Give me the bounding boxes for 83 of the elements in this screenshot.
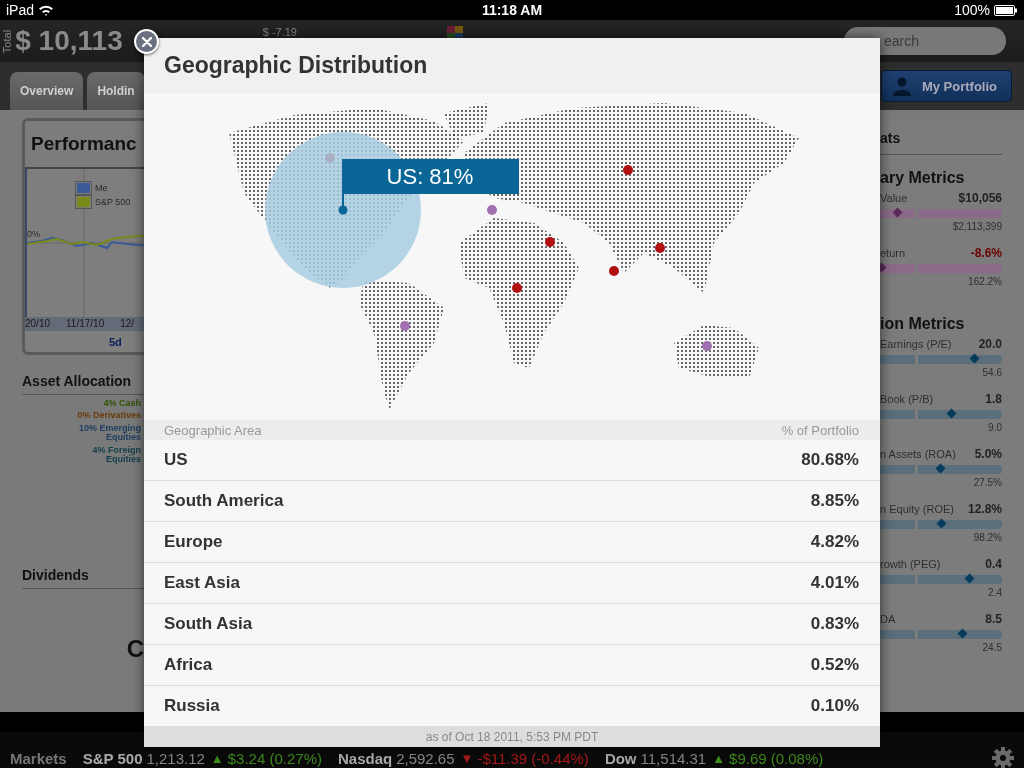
- allocation-label: 4% Foreign Equities: [91, 445, 141, 465]
- callout-label: US: 81%: [338, 159, 519, 215]
- share-value: 0.10%: [810, 696, 859, 716]
- person-icon: [891, 76, 912, 96]
- axis-label: 12/: [120, 318, 135, 330]
- heading-text: C: [126, 635, 144, 663]
- tab[interactable]: Overview: [10, 72, 84, 110]
- share-value: 4.01%: [810, 573, 859, 593]
- group-title: ary Metrics: [880, 169, 966, 187]
- axis-label: 11/17/10: [66, 318, 105, 330]
- index-name: Nasdaq: [337, 749, 393, 767]
- dialog-title: Geographic Distribution: [164, 52, 428, 79]
- metric-label: rowth (PEG): [880, 558, 941, 570]
- metric-label: eturn: [880, 247, 906, 259]
- battery-percent: 100%: [954, 2, 990, 18]
- metric-label: Book (P/B): [880, 393, 934, 405]
- metric-max: 162.2%: [968, 276, 1002, 287]
- metric-value: 5.0%: [974, 447, 1002, 461]
- total-label: Total: [2, 29, 14, 53]
- trend-arrow: ▲: [712, 750, 726, 766]
- metric-label: DA: [880, 613, 896, 625]
- area-name: South Asia: [164, 614, 253, 634]
- tab[interactable]: Holdin: [87, 72, 145, 110]
- close-icon: [141, 36, 152, 47]
- card-title: Performanc: [31, 132, 137, 155]
- metric-value: 0.4: [985, 557, 1002, 571]
- range-tab[interactable]: 5d: [109, 335, 122, 348]
- metric-value: 12.8%: [967, 502, 1002, 516]
- metric-max: 54.6: [982, 367, 1002, 378]
- metric-value: 20.0: [978, 337, 1002, 351]
- axis-label: 20/10: [25, 318, 51, 330]
- legend-label: S&P 500: [95, 196, 131, 207]
- group-title: ion Metrics: [880, 315, 966, 333]
- settings-icon[interactable]: [992, 747, 1014, 768]
- metric-value: -8.6%: [970, 246, 1002, 260]
- area-name: East Asia: [164, 573, 240, 593]
- metric-max: 27.5%: [973, 477, 1002, 488]
- trend-arrow: ▲: [210, 750, 224, 766]
- index-price: 11,514.31: [640, 749, 707, 767]
- index-price: 2,592.65: [396, 749, 455, 767]
- index-price: 1,213.12: [146, 749, 205, 767]
- metric-value: $10,056: [958, 191, 1002, 205]
- metric-max: 9.0: [988, 422, 1002, 433]
- metric-max: 2.4: [988, 587, 1002, 598]
- change-value: $ -7.19: [262, 26, 297, 38]
- index-name: Dow: [604, 749, 637, 767]
- trend-arrow: ▼: [460, 750, 474, 766]
- allocation-label: 4% Cash: [103, 399, 141, 409]
- share-value: 0.83%: [810, 614, 859, 634]
- metric-value: 1.8: [985, 392, 1002, 406]
- metric-value: 8.5: [985, 612, 1002, 626]
- index-change: $9.69 (0.08%): [729, 749, 824, 767]
- clock: 11:18 AM: [481, 2, 543, 18]
- axis-label: 0%: [27, 228, 40, 239]
- column-header: Geographic Area: [164, 422, 262, 438]
- my-portfolio-button[interactable]: My Portfolio: [880, 70, 1012, 102]
- metric-label: Earnings (P/E): [880, 338, 952, 350]
- allocation-label: 10% Emerging Equities: [77, 423, 141, 443]
- area-name: South America: [164, 491, 284, 511]
- metric-max: $2,113,399: [952, 221, 1002, 232]
- wifi-icon: [38, 4, 55, 16]
- column-header: % of Portfolio: [781, 422, 859, 438]
- index-change: -$11.39 (-0.44%): [477, 749, 589, 767]
- legend-label: Me: [95, 182, 108, 193]
- metric-max: 24.5: [982, 642, 1002, 653]
- allocation-label: 0% Derivatives: [77, 411, 141, 421]
- timestamp: as of Oct 18 2011, 5:53 PM PDT: [425, 730, 599, 744]
- total-value: $ 10,113: [15, 25, 123, 57]
- battery-icon: [994, 4, 1018, 16]
- metric-label: Value: [880, 192, 908, 204]
- index-name: S&P 500: [82, 749, 143, 767]
- share-value: 4.82%: [810, 532, 859, 552]
- markets-label: Markets: [10, 749, 67, 767]
- share-value: 8.85%: [810, 491, 859, 511]
- index-change: $3.24 (0.27%): [227, 749, 322, 767]
- area-name: Africa: [164, 655, 213, 675]
- area-name: Russia: [164, 696, 220, 716]
- area-name: Europe: [164, 532, 223, 552]
- share-value: 0.52%: [810, 655, 859, 675]
- device-name: iPad: [6, 2, 35, 18]
- share-value: 80.68%: [801, 450, 859, 470]
- metric-max: 98.2%: [973, 532, 1002, 543]
- area-name: US: [164, 450, 188, 470]
